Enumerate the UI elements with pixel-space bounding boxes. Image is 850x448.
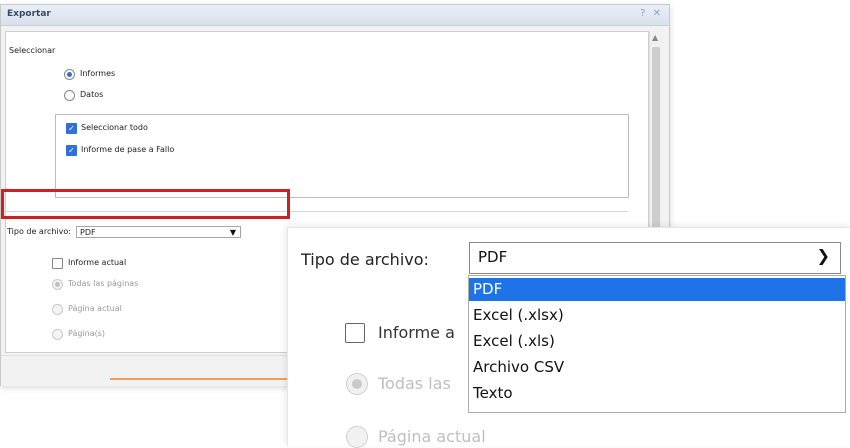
zoom-callout: Tipo de archivo: PDF ❯ Informe a Todas l… xyxy=(287,227,850,448)
chevron-down-icon: ❯ xyxy=(816,246,830,265)
dropdown-option-xls[interactable]: Excel (.xls) xyxy=(469,330,845,353)
dialog-title: Exportar xyxy=(7,9,51,19)
zoom-all-pages-label: Todas las xyxy=(378,374,451,393)
report-checkbox[interactable]: ✓ xyxy=(66,145,77,156)
current-report-label: Informe actual xyxy=(68,258,127,267)
scroll-thumb[interactable] xyxy=(652,47,660,247)
select-all-checkbox[interactable]: ✓ xyxy=(66,123,77,134)
zoom-file-type-label: Tipo de archivo: xyxy=(301,250,429,269)
radio-pages-label: Página(s) xyxy=(68,329,106,338)
dropdown-option-xlsx[interactable]: Excel (.xlsx) xyxy=(469,304,845,327)
zoom-current-report-checkbox[interactable] xyxy=(345,323,365,343)
radio-all-pages[interactable] xyxy=(52,279,63,290)
select-all-label: Seleccionar todo xyxy=(81,123,148,132)
dialog-titlebar: Exportar ? ✕ xyxy=(1,5,669,26)
file-type-label: Tipo de archivo: xyxy=(7,227,71,236)
radio-all-pages-label: Todas las páginas xyxy=(68,279,139,288)
dropdown-option-csv[interactable]: Archivo CSV xyxy=(469,356,845,379)
dropdown-option-pdf[interactable]: PDF xyxy=(469,278,845,301)
radio-informes-label: Informes xyxy=(80,69,116,78)
report-list: ✓ Seleccionar todo ✓ Informe de pase a F… xyxy=(55,114,629,198)
current-report-checkbox[interactable] xyxy=(52,258,63,269)
chevron-down-icon: ▼ xyxy=(229,228,236,237)
section-label: Seleccionar xyxy=(9,46,56,55)
zoom-file-type-select[interactable]: PDF ❯ xyxy=(469,242,841,274)
highlight-box xyxy=(1,189,290,219)
radio-datos-label: Datos xyxy=(80,90,104,99)
titlebar-icons: ? ✕ xyxy=(636,8,661,19)
file-type-select[interactable]: PDF ▼ xyxy=(76,226,241,238)
file-type-value: PDF xyxy=(80,228,96,237)
zoom-selected-value: PDF xyxy=(478,248,508,266)
radio-datos[interactable] xyxy=(64,90,75,101)
report-label: Informe de pase a Fallo xyxy=(81,145,175,154)
close-icon[interactable]: ✕ xyxy=(653,8,661,19)
zoom-current-page-label: Página actual xyxy=(378,427,486,446)
radio-current-page-label: Página actual xyxy=(68,304,122,313)
accent-line xyxy=(110,378,290,380)
scroll-up-icon[interactable]: ▲ xyxy=(652,33,658,42)
dropdown-option-text[interactable]: Texto xyxy=(469,382,845,405)
radio-current-page[interactable] xyxy=(52,304,63,315)
help-icon[interactable]: ? xyxy=(640,8,645,19)
zoom-radio-all-pages[interactable] xyxy=(346,373,368,395)
file-type-dropdown-list: PDF Excel (.xlsx) Excel (.xls) Archivo C… xyxy=(468,275,846,413)
radio-informes[interactable] xyxy=(64,69,75,80)
zoom-current-report-label: Informe a xyxy=(378,323,455,342)
radio-pages[interactable] xyxy=(52,329,63,340)
